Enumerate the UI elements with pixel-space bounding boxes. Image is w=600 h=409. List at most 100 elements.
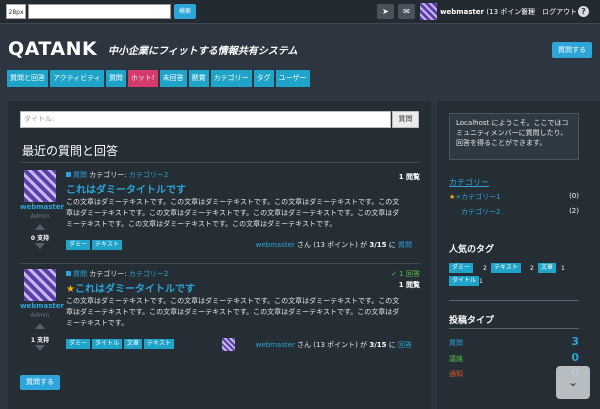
ask-question-button[interactable]: 質問する <box>552 42 592 58</box>
welcome-box: Localhost にようこそ。ここではコミュニティメンバーに質問したり、回答を… <box>449 113 579 160</box>
site-tagline: 中小企業にフィットする情報共有システム <box>108 46 298 57</box>
ask-question-button-bottom[interactable]: 質問する <box>20 375 60 390</box>
vote-count: 0 支持 <box>30 235 50 242</box>
question-title-text[interactable]: これはダミータイトルです <box>75 284 195 295</box>
question-body: この文章はダミーテキストです。この文章はダミーテキストです。この文章はダミーテキ… <box>66 198 400 228</box>
search-input[interactable] <box>28 4 171 19</box>
main-content: タイトル: 質問 最近の質問と回答 webmaster Admin 0 支持 質… <box>8 101 431 409</box>
question-title[interactable]: ★これはダミータイトルです <box>66 280 195 295</box>
question-title-text[interactable]: これはダミータイトルです <box>66 185 186 196</box>
question-divider <box>20 263 420 264</box>
post-type-title: 投稿タイプ <box>449 316 495 326</box>
post-type-square-icon <box>66 172 71 177</box>
tag-item[interactable]: ダミー <box>66 240 91 250</box>
vote-count: 1 支持 <box>30 337 50 344</box>
question-title-button[interactable]: 質問 <box>392 111 419 128</box>
user-avatar[interactable] <box>420 3 437 20</box>
action-link[interactable]: 質問 <box>398 241 412 249</box>
vote-down-icon[interactable] <box>35 243 45 249</box>
post-type-item[interactable]: 質問 3 <box>449 335 579 348</box>
author-avatar[interactable] <box>24 170 56 202</box>
asker-info: webmaster さん (13 ポイント) が 3/15 に 質問 <box>255 241 412 249</box>
nav-tab-bounty[interactable]: 懸賞 <box>188 70 209 87</box>
chevron-down-icon: ⌄ <box>567 375 579 389</box>
site-logo[interactable]: 28px <box>6 4 26 19</box>
tag-list: ダミー タイトル 文章 テキスト <box>66 339 176 349</box>
nav-tab-users[interactable]: ユーザー <box>275 70 310 87</box>
popular-tag-count: 2 <box>483 265 487 272</box>
question-meta: 質問 カテゴリー: カテゴリー2 <box>66 170 168 180</box>
user-name[interactable]: webmaster (13 ポイント) <box>440 7 531 17</box>
question-meta: 質問 カテゴリー: カテゴリー2 <box>66 269 168 279</box>
action-link[interactable]: 回答 <box>398 341 412 349</box>
main-nav: 質問と回答 アクティビティ 質問 ホット! 未回答 懸賞 カテゴリー タグ ユー… <box>7 70 312 87</box>
post-type-item[interactable]: 議論 0 <box>449 351 579 364</box>
help-icon[interactable]: ? <box>578 6 589 17</box>
author-name[interactable]: webmaster <box>20 203 64 211</box>
author-name[interactable]: webmaster <box>20 302 64 310</box>
view-count: 1 閲覧 <box>398 173 420 181</box>
tag-item[interactable]: テキスト <box>92 240 122 250</box>
asker-name[interactable]: webmaster <box>256 241 295 249</box>
asker-avatar[interactable] <box>222 338 235 351</box>
question-date[interactable]: 3/15 <box>369 241 386 249</box>
answer-count: ✓ 1 回答 <box>391 270 420 278</box>
vote-down-icon[interactable] <box>35 345 45 351</box>
nav-tab-questions[interactable]: 質問 <box>105 70 126 87</box>
vote-up-icon[interactable] <box>35 224 45 230</box>
asker-info: webmaster さん (13 ポイント) が 3/15 に 回答 <box>255 341 412 349</box>
category-prefix: カテゴリー: <box>89 171 127 179</box>
tag-item[interactable]: テキスト <box>144 339 174 349</box>
nav-tab-tags[interactable]: タグ <box>253 70 274 87</box>
author-role: Admin <box>30 213 50 220</box>
post-type-label[interactable]: 質問 <box>73 171 87 179</box>
categories-link[interactable]: カテゴリー <box>449 177 489 188</box>
search-button[interactable]: 検索 <box>174 4 196 19</box>
scroll-to-top-button[interactable]: ⌄ <box>556 366 590 399</box>
popular-tag[interactable]: テキスト <box>491 263 521 273</box>
section-title: 最近の質問と回答 <box>22 144 119 158</box>
sidebar-divider <box>449 328 579 329</box>
question-title-input[interactable]: タイトル: <box>20 111 391 128</box>
sidebar: Localhost にようこそ。ここではコミュニティメンバーに質問したり、回答を… <box>437 101 600 409</box>
category-count: (0) <box>569 192 579 200</box>
vote-up-icon[interactable] <box>35 323 45 329</box>
question-item: webmaster Admin 0 支持 質問 カテゴリー: カテゴリー2 これ… <box>20 170 420 260</box>
top-bar: 28px 検索 ➤ ✉ webmaster (13 ポイント) 管理 ログアウト… <box>0 0 600 24</box>
popular-tag[interactable]: 文章 <box>538 263 557 273</box>
popular-tag-count: 2 <box>530 265 534 272</box>
author-avatar[interactable] <box>24 269 56 301</box>
post-type-label[interactable]: 質問 <box>73 270 87 278</box>
question-title[interactable]: これはダミータイトルです <box>66 181 186 196</box>
admin-link[interactable]: 管理 <box>521 7 535 17</box>
mail-icon[interactable]: ✉ <box>398 4 415 19</box>
category-link[interactable]: カテゴリー2 <box>129 171 168 179</box>
popular-tag-count: 1 <box>479 278 483 285</box>
nav-tab-unanswered[interactable]: 未回答 <box>159 70 187 87</box>
section-divider <box>20 162 420 163</box>
nav-tab-activity[interactable]: アクティビティ <box>50 70 104 87</box>
send-icon[interactable]: ➤ <box>377 4 394 19</box>
star-icon: ★ <box>66 284 75 295</box>
tag-item[interactable]: ダミー <box>66 339 91 349</box>
author-role: Admin <box>30 312 50 319</box>
tag-item[interactable]: タイトル <box>92 339 123 349</box>
popular-tags-title: 人気のタグ <box>449 245 495 255</box>
asker-name[interactable]: webmaster <box>256 341 295 349</box>
popular-tag[interactable]: ダミー <box>449 263 474 273</box>
tag-item[interactable]: 文章 <box>124 339 143 349</box>
category-count: (2) <box>569 207 579 215</box>
category-item[interactable]: カテゴリー2 (2) <box>449 207 579 217</box>
answer-date[interactable]: 3/15 <box>369 341 386 349</box>
post-type-count: 3 <box>571 335 579 348</box>
nav-tab-qa[interactable]: 質問と回答 <box>7 70 48 87</box>
category-item[interactable]: ★+カテゴリー1 (0) <box>449 192 579 202</box>
popular-tag[interactable]: タイトル <box>449 276 480 286</box>
site-title[interactable]: QATANK <box>8 38 97 60</box>
category-link[interactable]: カテゴリー2 <box>129 270 168 278</box>
tag-list: ダミー テキスト <box>66 240 124 250</box>
category-prefix: カテゴリー: <box>89 270 127 278</box>
nav-tab-categories[interactable]: カテゴリー <box>210 70 252 87</box>
logout-link[interactable]: ログアウト <box>542 7 577 17</box>
nav-tab-hot[interactable]: ホット! <box>127 70 158 87</box>
